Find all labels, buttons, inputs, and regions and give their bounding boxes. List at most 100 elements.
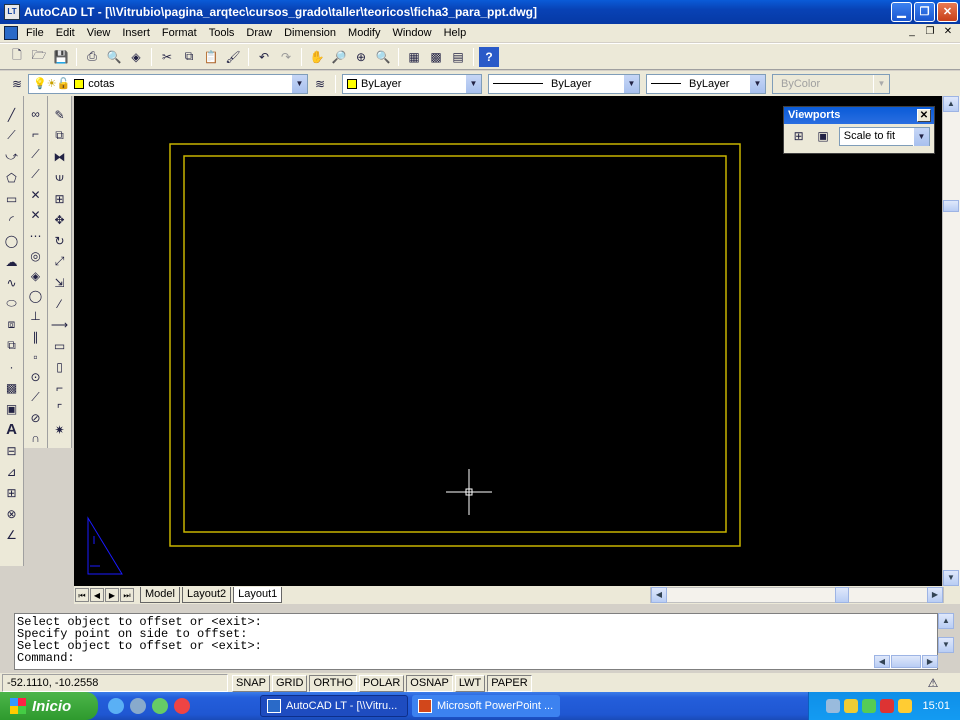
snap-endpoint-icon[interactable]: ⟋ — [26, 145, 46, 163]
communication-center-icon[interactable]: ⚠ — [923, 673, 943, 693]
scroll-down-button[interactable]: ▼ — [943, 570, 959, 586]
snap-parallel-icon[interactable]: ∥ — [26, 328, 46, 346]
copy-icon[interactable]: ⧉ — [179, 47, 199, 67]
hscroll-thumb[interactable] — [835, 587, 849, 603]
chamfer-icon[interactable]: ⌐ — [50, 378, 70, 397]
ellipse-icon[interactable]: ⬭ — [2, 294, 22, 313]
minimize-button[interactable]: ▁ — [891, 2, 912, 22]
revision-cloud-icon[interactable]: ☁ — [2, 252, 22, 271]
restore-button[interactable]: ❐ — [914, 2, 935, 22]
region-icon[interactable]: ▣ — [2, 399, 22, 418]
polyline-icon[interactable]: ⤻ — [2, 147, 22, 166]
design-center-icon[interactable]: ▩ — [426, 47, 446, 67]
zoom-realtime-icon[interactable]: 🔎 — [329, 47, 349, 67]
cmd-hscroll-thumb[interactable] — [891, 655, 921, 668]
close-icon[interactable]: ✕ — [917, 109, 931, 122]
scale-icon[interactable]: ⤢ — [50, 252, 70, 271]
menu-tools[interactable]: Tools — [203, 24, 241, 42]
drawing-canvas[interactable] — [74, 96, 942, 586]
arc-icon[interactable]: ◜ — [2, 210, 22, 229]
polygon-icon[interactable]: ⬠ — [2, 168, 22, 187]
array-icon[interactable]: ⊞ — [50, 189, 70, 208]
pan-icon[interactable]: ✋ — [307, 47, 327, 67]
doc-restore-button[interactable]: ❐ — [922, 25, 938, 39]
tab-last-icon[interactable]: ⏭ — [120, 588, 134, 602]
desktop-icon[interactable] — [152, 698, 168, 714]
paste-icon[interactable]: 📋 — [201, 47, 221, 67]
horizontal-scrollbar[interactable]: ◀ ▶ — [650, 587, 944, 603]
menu-edit[interactable]: Edit — [50, 24, 81, 42]
menu-help[interactable]: Help — [438, 24, 473, 42]
scroll-right-button[interactable]: ▶ — [927, 587, 943, 603]
ortho-toggle[interactable]: ORTHO — [309, 674, 357, 692]
messenger-icon[interactable] — [898, 699, 913, 713]
tab-next-icon[interactable]: ▶ — [105, 588, 119, 602]
security-icon[interactable] — [880, 699, 895, 713]
command-window[interactable]: Select object to offset or <exit>: Speci… — [14, 613, 938, 670]
chevron-down-icon[interactable]: ▼ — [623, 74, 639, 93]
rectangle-icon[interactable]: ▭ — [2, 189, 22, 208]
tab-first-icon[interactable]: ⏮ — [75, 588, 89, 602]
close-button[interactable]: ✕ — [937, 2, 958, 22]
snap-extension-icon[interactable]: ⋯ — [26, 226, 46, 244]
snap-node-icon[interactable]: ⊙ — [26, 368, 46, 386]
insert-block-icon[interactable]: ⧈ — [2, 315, 22, 334]
extend-icon[interactable]: ⟶ — [50, 315, 70, 334]
tool-palettes-icon[interactable]: ▤ — [448, 47, 468, 67]
make-block-icon[interactable]: ⧉ — [2, 336, 22, 355]
point-icon[interactable]: · — [2, 357, 22, 376]
menu-insert[interactable]: Insert — [116, 24, 156, 42]
snap-insert-icon[interactable]: ▫ — [26, 348, 46, 366]
lineweight-combo[interactable]: ByLayer ▼ — [646, 73, 766, 94]
rotate-icon[interactable]: ↻ — [50, 231, 70, 250]
command-scrollbar[interactable]: ▲ ▼ — [938, 613, 954, 657]
erase-icon[interactable]: ✎ — [50, 105, 70, 124]
line-icon[interactable]: ╱ — [2, 105, 22, 124]
scroll-left-button[interactable]: ◀ — [651, 587, 667, 603]
circle-icon[interactable]: ◯ — [2, 231, 22, 250]
explode-icon[interactable]: ✷ — [50, 420, 70, 439]
snap-intersection-icon[interactable]: ✕ — [26, 186, 46, 204]
dimension-angular-icon[interactable]: ∠ — [2, 525, 22, 544]
layer-combo[interactable]: 💡☀🔓 cotas ▼ — [28, 73, 308, 94]
redo-icon[interactable]: ↷ — [276, 47, 296, 67]
construction-line-icon[interactable]: ⟋ — [2, 126, 22, 145]
properties-icon[interactable]: ▦ — [404, 47, 424, 67]
viewport-scale-combo[interactable]: Scale to fit ▼ — [838, 126, 930, 146]
dimension-radius-icon[interactable]: ⊗ — [2, 504, 22, 523]
tab-layout2[interactable]: Layout2 — [181, 587, 232, 603]
snap-midpoint-icon[interactable]: ⟋ — [26, 166, 46, 184]
zoom-window-icon[interactable]: ⊕ — [351, 47, 371, 67]
tab-layout1[interactable]: Layout1 — [233, 587, 283, 603]
snap-none-icon[interactable]: ⊘ — [26, 409, 46, 427]
tab-prev-icon[interactable]: ◀ — [90, 588, 104, 602]
task-autocad[interactable]: AutoCAD LT - [\\Vitru... — [260, 695, 408, 717]
linetype-combo[interactable]: ByLayer ▼ — [488, 73, 640, 94]
cmd-scroll-right-button[interactable]: ▶ — [922, 655, 938, 668]
snap-apparent-intersection-icon[interactable]: ✕ — [26, 206, 46, 224]
connection-icon[interactable] — [844, 699, 859, 713]
move-icon[interactable]: ✥ — [50, 210, 70, 229]
menu-modify[interactable]: Modify — [342, 24, 386, 42]
ie-icon[interactable] — [108, 698, 124, 714]
plot-icon[interactable]: ⎙ — [82, 47, 102, 67]
snap-nearest-icon[interactable]: ⟋ — [26, 388, 46, 406]
stretch-icon[interactable]: ⇲ — [50, 273, 70, 292]
menu-format[interactable]: Format — [156, 24, 203, 42]
antivirus-icon[interactable] — [862, 699, 877, 713]
menu-view[interactable]: View — [81, 24, 117, 42]
hatch-icon[interactable]: ▩ — [2, 378, 22, 397]
polar-toggle[interactable]: POLAR — [359, 674, 405, 692]
cmd-scroll-left-button[interactable]: ◀ — [874, 655, 890, 668]
lwt-toggle[interactable]: LWT — [454, 674, 486, 692]
break-icon[interactable]: ▭ — [50, 336, 70, 355]
offset-icon[interactable]: ⟒ — [50, 168, 70, 187]
outlook-icon[interactable] — [130, 698, 146, 714]
document-icon[interactable] — [4, 26, 18, 40]
save-icon[interactable]: 💾 — [51, 47, 71, 67]
menu-file[interactable]: File — [20, 24, 50, 42]
dimension-baseline-icon[interactable]: ⊞ — [2, 483, 22, 502]
viewports-title-bar[interactable]: Viewports ✕ — [784, 107, 934, 124]
layer-manager-icon[interactable]: ≋ — [7, 74, 27, 94]
cmd-scroll-up-button[interactable]: ▲ — [938, 613, 954, 629]
